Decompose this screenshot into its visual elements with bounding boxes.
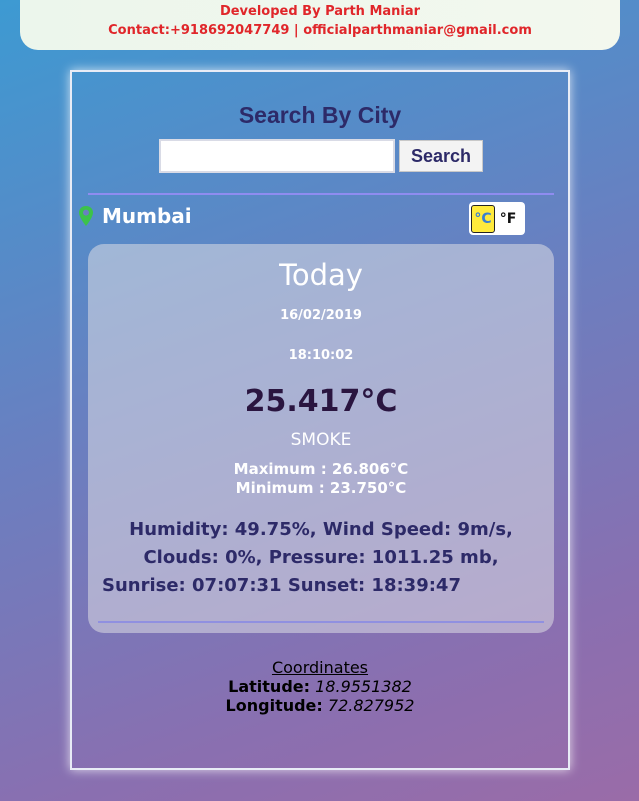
- card-title: Today: [279, 258, 363, 292]
- developer-contact: Contact:+918692047749 | officialparthman…: [108, 23, 532, 38]
- longitude-value: 72.827952: [327, 696, 415, 715]
- city-search-input[interactable]: [159, 139, 395, 173]
- latitude-label: Latitude:: [228, 677, 311, 696]
- weather-card: Today 16/02/2019 18:10:02 25.417°C SMOKE…: [88, 244, 554, 633]
- min-temperature: Minimum : 23.750°C: [235, 479, 407, 497]
- weather-details-line: Clouds: 0%, Pressure: 1011.25 mb,: [143, 547, 499, 568]
- weather-time: 18:10:02: [288, 348, 354, 363]
- weather-details-line: Sunrise: 07:07:31 Sunset: 18:39:47: [102, 575, 461, 596]
- weather-panel: Search By City Search Mumbai °C °F Today…: [70, 70, 570, 770]
- unit-toggle: °C °F: [469, 202, 525, 235]
- latitude-row: Latitude: 18.9551382: [72, 677, 568, 696]
- weather-details-line: Humidity: 49.75%, Wind Speed: 9m/s,: [129, 519, 513, 540]
- city-name: Mumbai: [102, 204, 192, 228]
- map-pin-icon: [79, 206, 93, 226]
- celsius-toggle-button[interactable]: °C: [471, 204, 495, 233]
- current-temperature: 25.417°C: [244, 384, 398, 419]
- developer-banner: Developed By Parth Maniar Contact:+91869…: [20, 0, 620, 50]
- search-title: Search By City: [238, 102, 402, 128]
- fahrenheit-toggle-button[interactable]: °F: [495, 205, 521, 233]
- developer-name: Developed By Parth Maniar: [219, 4, 421, 19]
- search-button[interactable]: Search: [399, 140, 483, 172]
- longitude-label: Longitude:: [225, 696, 323, 715]
- divider: [88, 193, 554, 195]
- weather-description: SMOKE: [290, 430, 352, 450]
- latitude-value: 18.9551382: [315, 677, 412, 696]
- card-divider: [98, 621, 544, 623]
- weather-date: 16/02/2019: [280, 308, 362, 323]
- max-temperature: Maximum : 26.806°C: [233, 460, 409, 478]
- weather-details: Humidity: 49.75%, Wind Speed: 9m/s, Clou…: [96, 516, 546, 600]
- location-row: Mumbai: [78, 204, 192, 228]
- longitude-row: Longitude: 72.827952: [72, 696, 568, 715]
- coordinates-section: Coordinates Latitude: 18.9551382 Longitu…: [72, 658, 568, 715]
- coordinates-title: Coordinates: [271, 658, 369, 677]
